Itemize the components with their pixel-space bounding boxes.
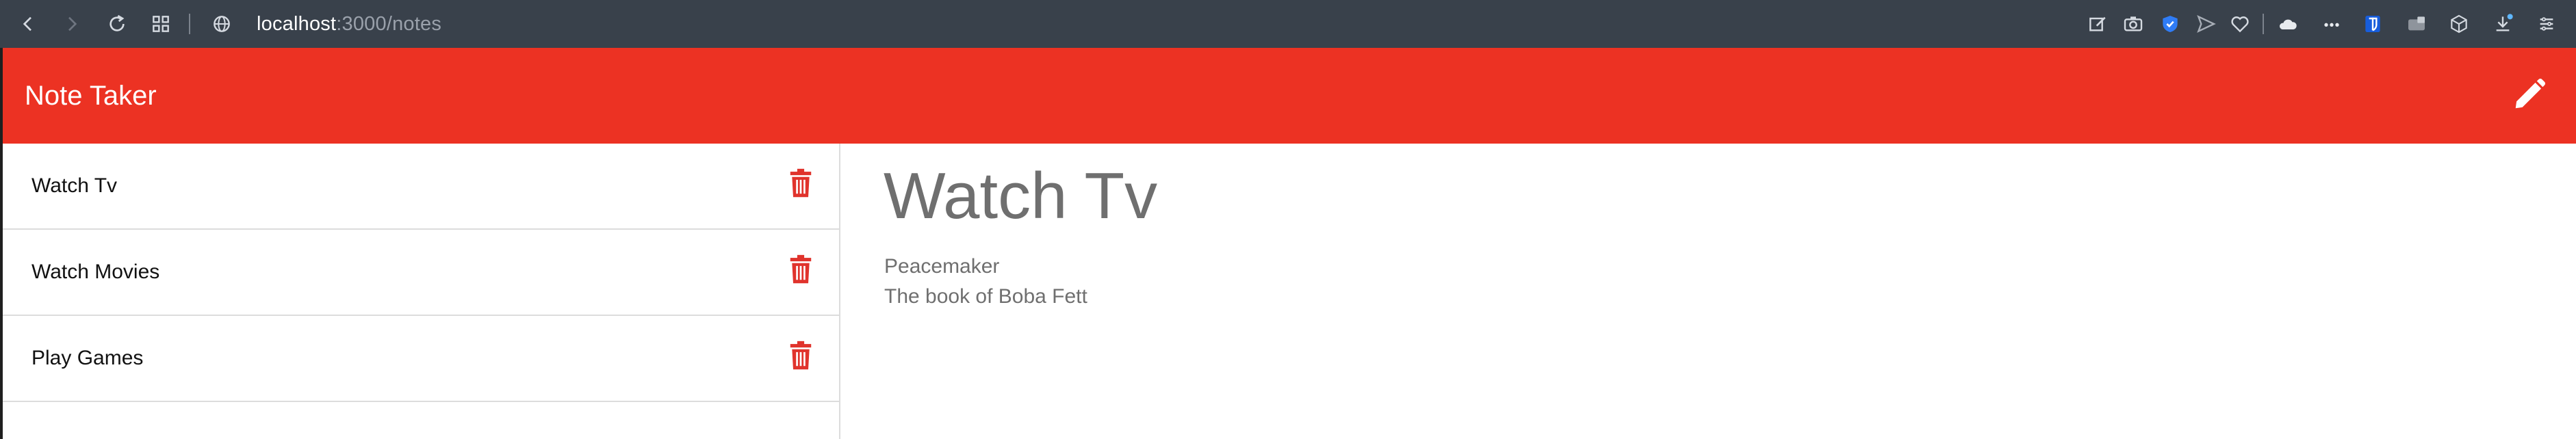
browser-toolbar: localhost:3000/notes bbox=[0, 0, 2576, 48]
toolbar-divider bbox=[189, 14, 190, 34]
list-item[interactable]: Watch Tv bbox=[3, 144, 839, 230]
toolbar-divider-2 bbox=[2263, 14, 2264, 34]
new-note-button[interactable] bbox=[2508, 74, 2551, 118]
note-view: Watch Tv Peacemaker The book of Boba Fett bbox=[841, 144, 2576, 439]
box-icon[interactable] bbox=[2445, 10, 2473, 38]
note-item-title: Watch Movies bbox=[31, 261, 160, 283]
bitwarden-icon[interactable] bbox=[2358, 10, 2387, 38]
back-icon[interactable] bbox=[14, 10, 42, 38]
address-bar[interactable]: localhost:3000/notes bbox=[257, 10, 441, 38]
trash-icon[interactable] bbox=[787, 167, 814, 200]
edit-page-icon[interactable] bbox=[2083, 10, 2112, 38]
heart-icon[interactable] bbox=[2226, 10, 2254, 38]
url-path: :3000/notes bbox=[336, 13, 442, 35]
send-icon[interactable] bbox=[2191, 10, 2220, 38]
note-item-title: Play Games bbox=[31, 347, 144, 369]
trash-icon[interactable] bbox=[787, 253, 814, 286]
list-item[interactable]: Watch Movies bbox=[3, 230, 839, 316]
app-header: Note Taker bbox=[1, 48, 2576, 144]
note-list: Watch Tv Watch Movies Play Games bbox=[3, 144, 840, 439]
app-title: Note Taker bbox=[25, 81, 157, 111]
url-host: localhost bbox=[257, 13, 337, 35]
menu-icon[interactable] bbox=[2532, 10, 2561, 38]
pencil-icon bbox=[2511, 76, 2548, 116]
forward-icon[interactable] bbox=[57, 10, 86, 38]
list-item[interactable]: Play Games bbox=[3, 316, 839, 402]
note-body[interactable]: Peacemaker The book of Boba Fett bbox=[884, 252, 1087, 312]
screenshot-icon[interactable] bbox=[2119, 10, 2148, 38]
note-body-line: The book of Boba Fett bbox=[884, 285, 1087, 308]
more-icon[interactable] bbox=[2317, 10, 2346, 38]
cloud-icon[interactable] bbox=[2274, 10, 2302, 38]
globe-icon bbox=[207, 10, 236, 38]
trash-icon[interactable] bbox=[787, 339, 814, 372]
note-body-line: Peacemaker bbox=[884, 255, 1000, 278]
wallet-icon[interactable] bbox=[2402, 10, 2431, 38]
shield-icon[interactable] bbox=[2156, 10, 2185, 38]
note-item-title: Watch Tv bbox=[31, 174, 118, 197]
note-title[interactable]: Watch Tv bbox=[884, 160, 1157, 232]
tabs-grid-icon[interactable] bbox=[146, 10, 175, 38]
download-icon[interactable] bbox=[2488, 10, 2517, 38]
reload-icon[interactable] bbox=[103, 10, 131, 38]
